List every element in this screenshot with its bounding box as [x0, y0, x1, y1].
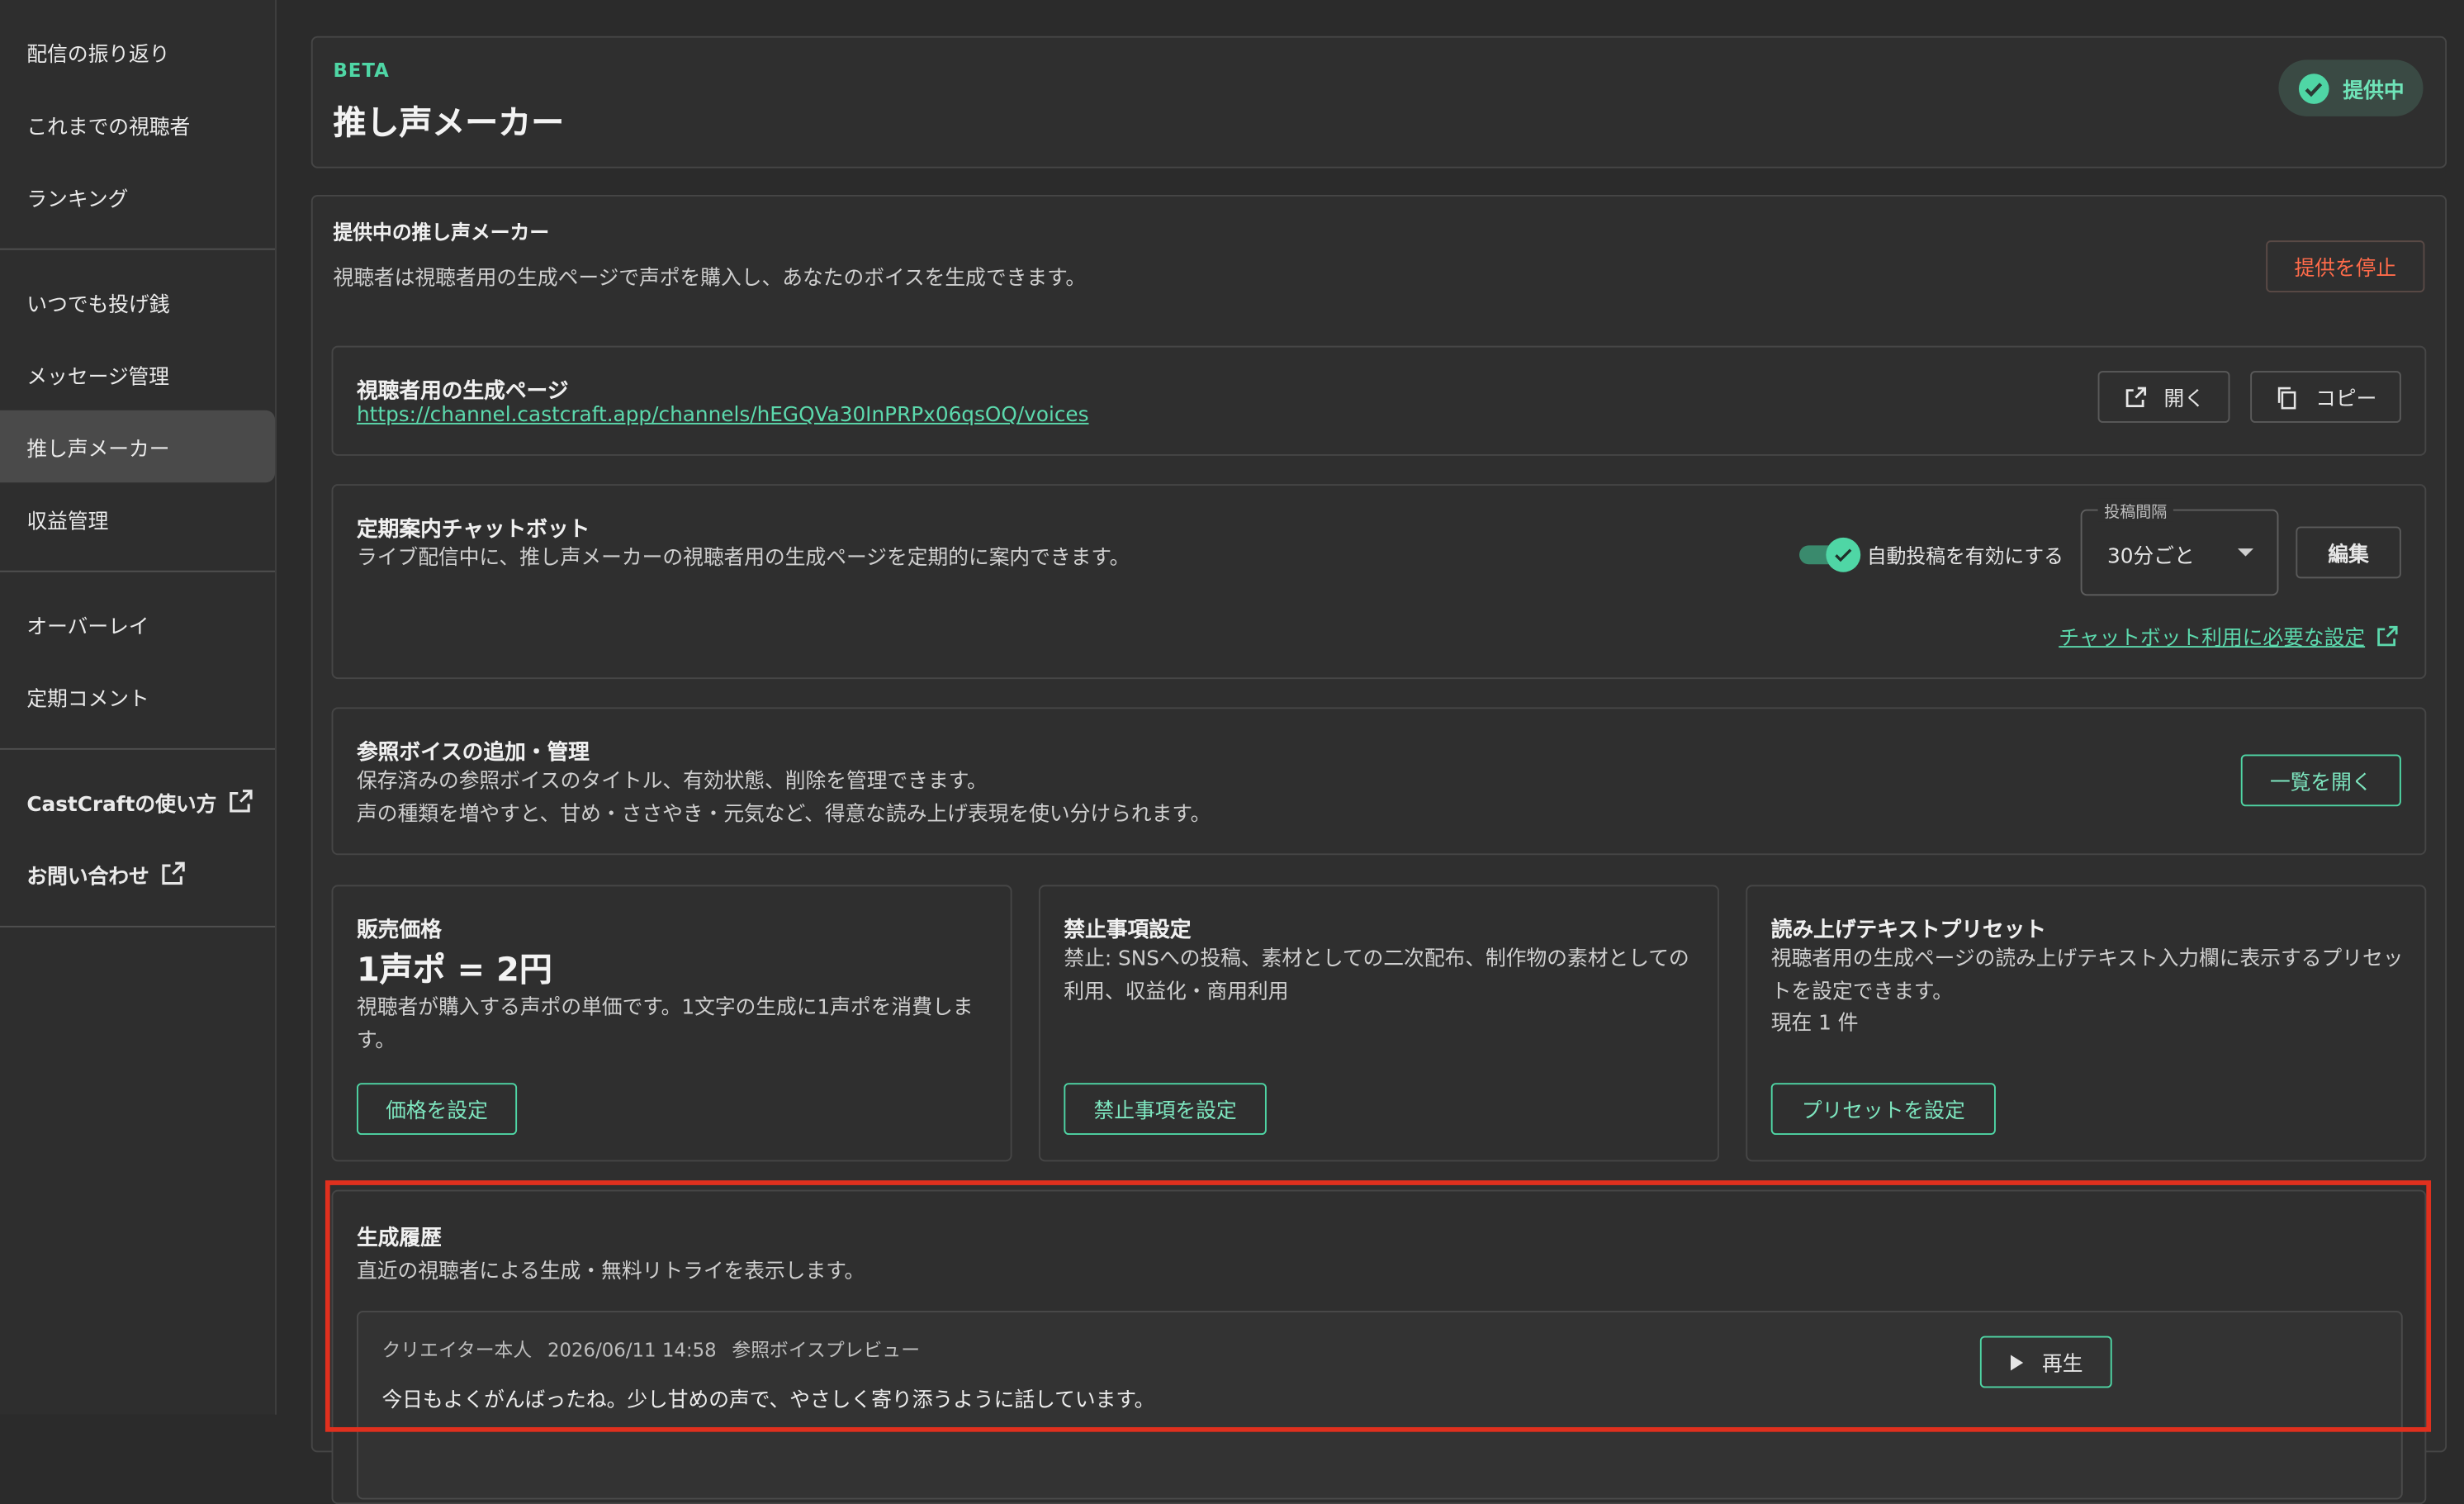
history-entry: クリエイター本人 2026/06/11 14:58 参照ボイスプレビュー 今日も… — [356, 1311, 2403, 1500]
history-entry-meta: クリエイター本人 2026/06/11 14:58 参照ボイスプレビュー — [381, 1336, 920, 1363]
caret-down-icon — [2237, 548, 2253, 557]
history-entry-user: クリエイター本人 — [381, 1339, 533, 1362]
sidebar-item-contact-label: お問い合わせ — [26, 865, 149, 890]
reference-title: 参照ボイスの追加・管理 — [356, 740, 590, 766]
interval-select[interactable]: 投稿間隔 30分ごと — [2080, 498, 2279, 596]
open-button[interactable]: 開く — [2097, 371, 2230, 423]
sidebar-group-help: CastCraftの使い方 お問い合わせ — [0, 750, 276, 928]
sidebar-group-analytics: 配信の振り返り これまでの視聴者 ランキング — [0, 0, 276, 250]
history-entry-text: 今日もよくがんばったね。少し甘めの声で、やさしく寄り添うように話しています。 — [381, 1389, 1155, 1413]
chatbot-card: 定期案内チャットボット ライブ配信中に、推し声メーカーの視聴者用の生成ページを定… — [331, 484, 2427, 680]
interval-select-label: 投稿間隔 — [2097, 498, 2173, 522]
history-card: 生成履歴 直近の視聴者による生成・無料リトライを表示します。 クリエイター本人 … — [331, 1189, 2427, 1504]
check-circle-icon — [2298, 73, 2329, 103]
sidebar-item-scheduled-comments[interactable]: 定期コメント — [0, 660, 275, 733]
sidebar-item-tipping[interactable]: いつでも投げ銭 — [0, 266, 275, 339]
sidebar-item-howto-label: CastCraftの使い方 — [26, 793, 217, 817]
provider-section: 提供中の推し声メーカー 視聴者は視聴者用の生成ページで声ポを購入し、あなたのボイ… — [310, 194, 2447, 1504]
sidebar-group-tools: オーバーレイ 定期コメント — [0, 572, 276, 750]
history-title: 生成履歴 — [356, 1226, 442, 1251]
sidebar-item-contact[interactable]: お問い合わせ — [0, 837, 275, 910]
sidebar-group-monetize: いつでも投げ銭 メッセージ管理 推し声メーカー 収益管理 — [0, 250, 276, 572]
page-title: 推し声メーカー — [333, 103, 565, 142]
sidebar-item-ranking[interactable]: ランキング — [0, 160, 275, 233]
prohibited-card: 禁止事項設定 禁止: SNSへの投稿、素材としての二次配布、制作物の素材としての… — [1038, 885, 1719, 1162]
external-link-icon — [162, 861, 185, 885]
set-price-button[interactable]: 価格を設定 — [356, 1083, 518, 1136]
preset-title: 読み上げテキストプリセット — [1770, 918, 2046, 943]
provider-desc: 視聴者は視聴者用の生成ページで声ポを購入し、あなたのボイスを生成できます。 — [333, 267, 1087, 292]
beta-badge: BETA — [333, 59, 390, 82]
play-icon — [2011, 1354, 2025, 1370]
external-link-icon — [229, 790, 253, 813]
auto-post-toggle-label: 自動投稿を有効にする — [1866, 543, 2064, 568]
viewer-page-url[interactable]: https://channel.castcraft.app/channels/h… — [357, 404, 1089, 428]
status-badge-label: 提供中 — [2343, 79, 2405, 103]
sidebar-item-revenue[interactable]: 収益管理 — [0, 482, 275, 555]
chatbot-desc: ライブ配信中に、推し声メーカーの視聴者用の生成ページを定期的に案内できます。 — [356, 547, 1130, 571]
edit-button[interactable]: 編集 — [2296, 526, 2401, 579]
reference-desc-1: 保存済みの参照ボイスのタイトル、有効状態、削除を管理できます。 — [356, 770, 988, 795]
header-card: BETA 推し声メーカー 提供中 — [310, 36, 2447, 168]
sidebar-item-messages[interactable]: メッセージ管理 — [0, 338, 275, 410]
chatbot-title: 定期案内チャットボット — [356, 517, 590, 543]
sidebar-item-oshigoe-maker[interactable]: 推し声メーカー — [0, 410, 276, 483]
preset-count: 現在 1 件 — [1770, 1012, 1859, 1037]
price-value: 1声ポ = 2円 — [356, 951, 552, 989]
stop-providing-button[interactable]: 提供を停止 — [2266, 240, 2425, 292]
copy-button[interactable]: コピー — [2250, 371, 2401, 423]
preset-desc: 視聴者用の生成ページの読み上げテキスト入力欄に表示するプリセットを設定できます。 — [1770, 947, 2404, 1005]
reference-desc-2: 声の種類を増やすと、甘め・ささやき・元気など、得意な読み上げ表現を使い分けられま… — [356, 803, 1211, 828]
provider-title: 提供中の推し声メーカー — [333, 220, 550, 244]
price-card: 販売価格 1声ポ = 2円 視聴者が購入する声ポの単価です。1文字の生成に1声ポ… — [331, 885, 1012, 1162]
prohibited-desc: 禁止: SNSへの投稿、素材としての二次配布、制作物の素材としての利用、収益化・… — [1064, 947, 1689, 1005]
chatbot-settings-link[interactable]: チャットボット利用に必要な設定 — [2059, 621, 2400, 651]
interval-select-value: 30分ごと — [2107, 545, 2195, 569]
copy-button-label: コピー — [2315, 388, 2377, 412]
set-prohibited-button[interactable]: 禁止事項を設定 — [1064, 1083, 1267, 1136]
play-button[interactable]: 再生 — [1979, 1336, 2112, 1388]
external-link-icon — [2377, 624, 2398, 646]
chatbot-settings-link-label: チャットボット利用に必要な設定 — [2059, 627, 2366, 651]
sidebar-item-past-viewers[interactable]: これまでの視聴者 — [0, 88, 275, 161]
play-button-label: 再生 — [2041, 1353, 2083, 1378]
viewer-page-card: 視聴者用の生成ページ https://channel.castcraft.app… — [331, 345, 2427, 456]
status-badge: 提供中 — [2278, 59, 2424, 116]
sidebar-item-stream-review[interactable]: 配信の振り返り — [0, 16, 275, 88]
price-desc: 視聴者が購入する声ポの単価です。1文字の生成に1声ポを消費します。 — [356, 996, 974, 1054]
sidebar: 配信の振り返り これまでの視聴者 ランキング いつでも投げ銭 メッセージ管理 推… — [0, 0, 277, 1415]
auto-post-toggle[interactable] — [1799, 537, 1861, 572]
history-entry-datetime: 2026/06/11 14:58 — [547, 1339, 717, 1362]
external-link-icon — [2125, 386, 2147, 407]
main-content: BETA 推し声メーカー 提供中 提供中の推し声メーカー 視聴者は視聴者用の生成… — [277, 0, 2464, 1504]
reference-voice-card: 参照ボイスの追加・管理 保存済みの参照ボイスのタイトル、有効状態、削除を管理でき… — [331, 707, 2427, 856]
prohibited-title: 禁止事項設定 — [1064, 918, 1192, 943]
sidebar-item-howto[interactable]: CastCraftの使い方 — [0, 766, 275, 838]
sidebar-item-overlay[interactable]: オーバーレイ — [0, 588, 275, 661]
set-preset-button[interactable]: プリセットを設定 — [1770, 1083, 1996, 1136]
history-entry-kind: 参照ボイスプレビュー — [732, 1339, 921, 1362]
price-title: 販売価格 — [356, 918, 442, 943]
copy-icon — [2278, 386, 2297, 409]
open-list-button[interactable]: 一覧を開く — [2240, 754, 2401, 807]
viewer-page-title: 視聴者用の生成ページ — [356, 378, 569, 405]
open-button-label: 開く — [2163, 388, 2205, 412]
history-desc: 直近の視聴者による生成・無料リトライを表示します。 — [356, 1260, 865, 1284]
check-icon — [1835, 548, 1852, 562]
preset-card: 読み上げテキストプリセット 視聴者用の生成ページの読み上げテキスト入力欄に表示す… — [1746, 885, 2427, 1162]
